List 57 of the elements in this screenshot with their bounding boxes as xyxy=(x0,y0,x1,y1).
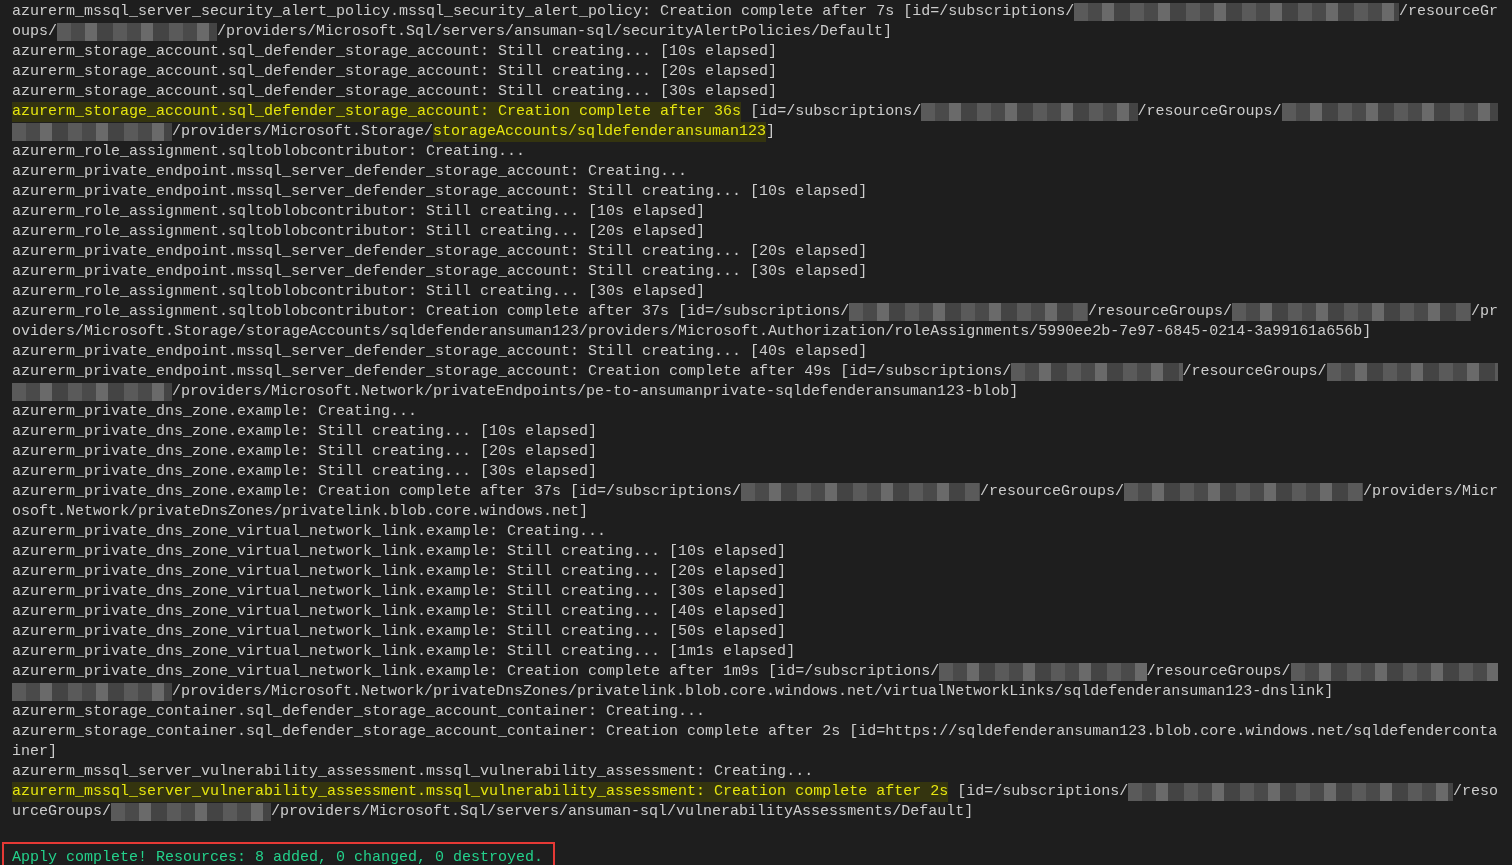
log-text: azurerm_private_endpoint.mssql_server_defender_storage_account: Still creating... [30s elapsed] xyxy=(12,262,868,282)
log-text: /providers/Microsoft.Storage/ xyxy=(172,122,434,142)
log-text: azurerm_private_dns_zone_virtual_network_link.example: Creation complete after 1m9s [id=/subscriptions/ xyxy=(12,662,940,682)
log-text: iner] xyxy=(12,742,57,762)
log-text: azurerm_storage_account.sql_defender_storage_account: Still creating... [30s elapsed] xyxy=(12,82,778,102)
log-text: urceGroups/ xyxy=(12,802,112,822)
log-text: azurerm_private_endpoint.mssql_server_defender_storage_account: Creating... xyxy=(12,162,688,182)
log-text: azurerm_role_assignment.sqltoblobcontributor: Still creating... [20s elapsed] xyxy=(12,222,706,242)
log-text: /resourceGroups/ xyxy=(1146,662,1291,682)
log-text: azurerm_private_endpoint.mssql_server_defender_storage_account: Still creating... [40s elapsed] xyxy=(12,342,868,362)
log-text: azurerm_storage_account.sql_defender_storage_account: Still creating... [20s elapsed] xyxy=(12,62,778,82)
log-text: azurerm_private_dns_zone_virtual_network_link.example: Still creating... [1m1s elapsed] xyxy=(12,642,796,662)
log-text: azurerm_private_dns_zone_virtual_network_link.example: Still creating... [30s elapsed] xyxy=(12,582,787,602)
log-text: /resourceGroups/ xyxy=(980,482,1125,502)
highlighted-log-text: azurerm_mssql_server_vulnerability_assessment.mssql_vulnerability_assessment: Creation complete after 2s xyxy=(12,782,949,802)
log-text: azurerm_private_endpoint.mssql_server_defender_storage_account: Still creating... [10s elapsed] xyxy=(12,182,868,202)
log-text: azurerm_role_assignment.sqltoblobcontributor: Still creating... [10s elapsed] xyxy=(12,202,706,222)
log-text: azurerm_mssql_server_vulnerability_assessment.mssql_vulnerability_assessment: Creating... xyxy=(12,762,814,782)
log-text: azurerm_role_assignment.sqltoblobcontributor: Still creating... [30s elapsed] xyxy=(12,282,706,302)
log-text: /providers/Microsoft.Sql/servers/ansuman-sql/vulnerabilityAssessments/Default] xyxy=(271,802,974,822)
log-text: /providers/Microsoft.Network/privateEndpoints/pe-to-ansumanprivate-sqldefenderansuman123-blob] xyxy=(172,382,1019,402)
log-text: azurerm_private_dns_zone.example: Still creating... [30s elapsed] xyxy=(12,462,598,482)
log-text: azurerm_private_endpoint.mssql_server_defender_storage_account: Still creating... [20s elapsed] xyxy=(12,242,868,262)
log-text: [id=/subscriptions/ xyxy=(956,782,1129,802)
log-text: azurerm_private_dns_zone.example: Still creating... [20s elapsed] xyxy=(12,442,598,462)
log-text: ] xyxy=(766,122,776,142)
log-text: oups/ xyxy=(12,22,57,42)
log-text: /pr xyxy=(1471,302,1498,322)
log-text: azurerm_private_dns_zone_virtual_network_link.example: Creating... xyxy=(12,522,607,542)
log-text: oviders/Microsoft.Storage/storageAccounts/sqldefenderansuman123/providers/Microsoft.Authorization/roleAssignments/5990ee2b-7e97-6845-0214-3a99161a656b] xyxy=(12,322,1372,342)
log-text: azurerm_private_dns_zone_virtual_network_link.example: Still creating... [10s elapsed] xyxy=(12,542,787,562)
log-text: azurerm_storage_container.sql_defender_storage_account_container: Creating... xyxy=(12,702,706,722)
log-text: azurerm_private_endpoint.mssql_server_defender_storage_account: Creation complete after 49s [id=/subscriptions/ xyxy=(12,362,1012,382)
log-text: /resourceGr xyxy=(1398,2,1498,22)
log-text: [id=/subscriptions/ xyxy=(749,102,922,122)
log-text: azurerm_private_dns_zone.example: Creating... xyxy=(12,402,418,422)
highlighted-log-text: storageAccounts/sqldefenderansuman123 xyxy=(433,122,767,142)
log-text: azurerm_role_assignment.sqltoblobcontributor: Creating... xyxy=(12,142,526,162)
highlighted-log-text: azurerm_storage_account.sql_defender_storage_account: Creation complete after 36s xyxy=(12,102,742,122)
log-text: /providers/Microsoft.Sql/servers/ansuman-sql/securityAlertPolicies/Default] xyxy=(217,22,893,42)
log-text: azurerm_private_dns_zone_virtual_network_link.example: Still creating... [50s elapsed] xyxy=(12,622,787,642)
log-text: /providers/Micr xyxy=(1362,482,1498,502)
log-text: azurerm_private_dns_zone.example: Creation complete after 37s [id=/subscriptions/ xyxy=(12,482,742,502)
log-text: azurerm_role_assignment.sqltoblobcontributor: Creation complete after 37s [id=/subscriptions/ xyxy=(12,302,850,322)
log-text: /reso xyxy=(1453,782,1498,802)
apply-summary: Apply complete! Resources: 8 added, 0 changed, 0 destroyed. xyxy=(2,842,556,865)
log-text: azurerm_storage_container.sql_defender_storage_account_container: Creation complete after 2s [id=https://sqldefenderansuman123.blob.core.windows.net/sqldefenderconta xyxy=(12,722,1498,742)
log-text: /resourceGroups/ xyxy=(1088,302,1233,322)
log-text: azurerm_private_dns_zone.example: Still creating... [10s elapsed] xyxy=(12,422,598,442)
log-text: /providers/Microsoft.Network/privateDnsZones/privatelink.blob.core.windows.net/virtualNetworkLinks/sqldefenderansuman123-dnslink] xyxy=(172,682,1334,702)
log-text: azurerm_mssql_server_security_alert_policy.mssql_security_alert_policy: Creation complete after 7s [id=/subscriptions/ xyxy=(12,2,1075,22)
log-text: azurerm_private_dns_zone_virtual_network_link.example: Still creating... [40s elapsed] xyxy=(12,602,787,622)
log-text: azurerm_storage_account.sql_defender_storage_account: Still creating... [10s elapsed] xyxy=(12,42,778,62)
log-text: /resourceGroups/ xyxy=(1137,102,1282,122)
log-text: osoft.Network/privateDnsZones/privatelink.blob.core.windows.net] xyxy=(12,502,589,522)
log-text: /resourceGroups/ xyxy=(1182,362,1327,382)
log-text: azurerm_private_dns_zone_virtual_network_link.example: Still creating... [20s elapsed] xyxy=(12,562,787,582)
